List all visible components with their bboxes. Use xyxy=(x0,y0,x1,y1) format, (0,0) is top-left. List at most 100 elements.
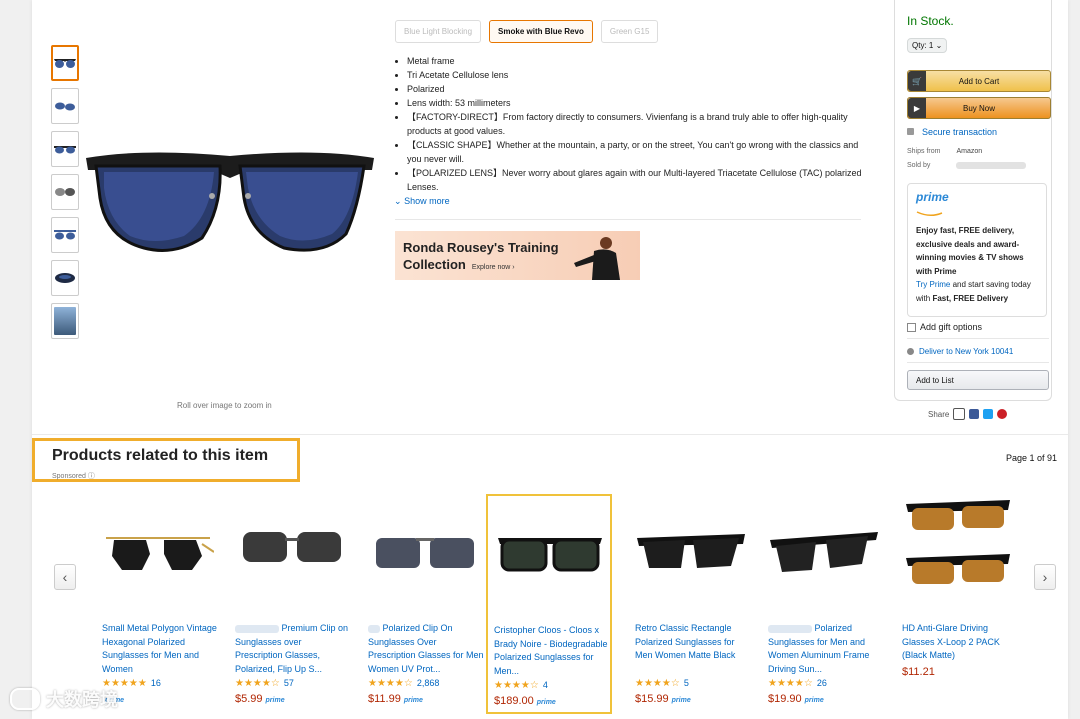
prime-badge: prime xyxy=(671,697,691,704)
brand-redacted xyxy=(235,624,279,633)
product-rating[interactable]: ★★★★☆ 57 xyxy=(235,678,294,689)
thumbnail-2[interactable] xyxy=(51,88,79,124)
sunglasses-icon xyxy=(55,188,75,196)
prime-badge: prime xyxy=(804,697,824,704)
thumbnail-1[interactable] xyxy=(51,45,79,81)
divider xyxy=(395,219,861,220)
thumbnail-4[interactable] xyxy=(51,174,79,210)
thumbnail-3[interactable] xyxy=(51,131,79,167)
product-card[interactable]: Retro Classic Rectangle Polarized Sungla… xyxy=(629,494,755,714)
feature-bullets: Metal frame Tri Acetate Cellulose lens P… xyxy=(395,54,865,194)
model-photo-icon xyxy=(54,307,76,335)
chevron-down-icon: ⌄ xyxy=(394,196,402,206)
product-card[interactable]: Polarized Clip On Sunglasses Over Prescr… xyxy=(362,494,488,714)
prime-badge: prime xyxy=(265,697,285,704)
divider xyxy=(907,362,1049,363)
thumbnail-5[interactable] xyxy=(51,217,79,253)
watermark-logo-icon xyxy=(10,688,40,710)
carousel-next-button[interactable]: › xyxy=(1034,564,1056,590)
sunglasses-icon xyxy=(55,102,75,111)
add-to-list-button[interactable]: Add to List xyxy=(907,370,1049,390)
location-pin-icon xyxy=(907,348,914,355)
secure-transaction-link[interactable]: Secure transaction xyxy=(907,127,997,137)
ad-explore-link[interactable]: Explore now › xyxy=(472,264,515,271)
product-title[interactable]: Premium Clip on Sunglasses over Prescrip… xyxy=(235,622,351,676)
cart-icon: 🛒 xyxy=(908,71,926,91)
product-price: $5.99 prime xyxy=(235,693,285,705)
divider xyxy=(907,338,1049,339)
product-rating[interactable]: ★★★★☆ 26 xyxy=(768,678,827,689)
chevron-left-icon: ‹ xyxy=(62,569,68,585)
bullet-item: 【FACTORY-DIRECT】From factory directly to… xyxy=(407,110,865,138)
product-title[interactable]: Small Metal Polygon Vintage Hexagonal Po… xyxy=(102,622,218,676)
product-page: Roll over image to zoom in Blue Light Bl… xyxy=(32,0,1068,719)
carousel-page-count: Page 1 of 91 xyxy=(1006,453,1058,463)
quantity-select[interactable]: Qty: 1 ⌄ xyxy=(907,38,948,53)
product-card[interactable]: Polarized Sunglasses for Men and Women A… xyxy=(762,494,888,714)
try-prime-link[interactable]: Try Prime xyxy=(916,280,950,289)
product-rating[interactable]: ★★★★☆ 4 xyxy=(494,680,548,691)
brand-redacted xyxy=(768,624,812,633)
divider xyxy=(32,434,1068,435)
product-image xyxy=(243,532,341,562)
product-image xyxy=(376,538,474,568)
prime-badge: prime xyxy=(403,697,423,704)
thumbnail-6[interactable] xyxy=(51,260,79,296)
product-rating[interactable]: ★★★★☆ 2,868 xyxy=(368,678,439,689)
deliver-to-link[interactable]: Deliver to New York 10041 xyxy=(907,347,1013,356)
sunglasses-icon xyxy=(54,230,76,240)
buy-now-button[interactable]: ▶ Buy Now xyxy=(907,97,1051,119)
product-card[interactable]: Small Metal Polygon Vintage Hexagonal Po… xyxy=(96,494,222,714)
chevron-right-icon: › xyxy=(1042,569,1048,585)
buy-box: In Stock. Qty: 1 ⌄ 🛒 Add to Cart ▶ Buy N… xyxy=(894,0,1052,401)
product-rating[interactable]: ★★★★☆ 5 xyxy=(635,678,689,689)
prime-description: Enjoy fast, FREE delivery, exclusive dea… xyxy=(916,226,1031,303)
twitter-icon[interactable] xyxy=(983,409,994,419)
bullet-item: Lens width: 53 millimeters xyxy=(407,96,865,110)
product-title[interactable]: HD Anti-Glare Driving Glasses X-Loop 2 P… xyxy=(902,622,1018,663)
add-to-cart-button[interactable]: 🛒 Add to Cart xyxy=(907,70,1051,92)
variant-smoke-blue-revo[interactable]: Smoke with Blue Revo xyxy=(489,20,593,43)
gift-checkbox[interactable] xyxy=(907,322,916,332)
chevron-down-icon: ⌄ xyxy=(935,41,943,50)
product-image xyxy=(637,534,745,568)
prime-smile-icon xyxy=(916,211,943,216)
stock-status: In Stock. xyxy=(907,14,954,28)
show-more-link[interactable]: ⌄ Show more xyxy=(394,196,450,207)
athlete-image xyxy=(574,237,620,280)
bullet-item: 【CLASSIC SHAPE】Whether at the mountain, … xyxy=(407,138,865,166)
product-image xyxy=(906,500,1010,584)
bullet-item: Polarized xyxy=(407,82,865,96)
bullet-item: Tri Acetate Cellulose lens xyxy=(407,68,865,82)
main-product-image[interactable] xyxy=(84,148,376,260)
email-icon[interactable] xyxy=(953,408,966,420)
prime-promo: prime Enjoy fast, FREE delivery, exclusi… xyxy=(907,183,1047,317)
product-title[interactable]: Polarized Clip On Sunglasses Over Prescr… xyxy=(368,622,484,676)
sponsored-ad-banner[interactable]: Ronda Rousey's Training Collection Explor… xyxy=(395,231,640,280)
related-products-header: Products related to this item Sponsored … xyxy=(32,438,300,482)
product-title[interactable]: Cristopher Cloos - Cloos x Brady Noire -… xyxy=(494,624,610,678)
case-icon xyxy=(55,273,75,283)
product-title[interactable]: Retro Classic Rectangle Polarized Sungla… xyxy=(635,622,751,663)
info-icon[interactable]: ⓘ xyxy=(88,473,95,480)
product-card[interactable]: Premium Clip on Sunglasses over Prescrip… xyxy=(229,494,355,714)
watermark: 大数跨境 xyxy=(10,686,118,712)
bullet-item: Metal frame xyxy=(407,54,865,68)
variant-blue-light[interactable]: Blue Light Blocking xyxy=(395,20,482,43)
product-price: $19.90 prime xyxy=(768,693,824,705)
carousel-prev-button[interactable]: ‹ xyxy=(54,564,76,590)
seller-info: Ships from Amazon Sold by xyxy=(907,145,1027,173)
product-price: $11.99 prime xyxy=(368,693,423,705)
pinterest-icon[interactable] xyxy=(997,409,1008,419)
product-card[interactable]: HD Anti-Glare Driving Glasses X-Loop 2 P… xyxy=(896,494,1022,714)
gift-options[interactable]: Add gift options xyxy=(907,322,982,332)
facebook-icon[interactable] xyxy=(969,409,980,419)
bullet-item: 【POLARIZED LENS】Never worry about glares… xyxy=(407,166,865,194)
product-card-highlighted[interactable]: Cristopher Cloos - Cloos x Brady Noire -… xyxy=(486,494,612,714)
product-title[interactable]: Polarized Sunglasses for Men and Women A… xyxy=(768,622,884,676)
seller-name-redacted xyxy=(956,161,1027,169)
variant-green-g15[interactable]: Green G15 xyxy=(600,20,659,43)
related-title: Products related to this item xyxy=(52,447,269,464)
share-bar: Share xyxy=(928,408,1008,420)
thumbnail-7[interactable] xyxy=(51,303,79,339)
